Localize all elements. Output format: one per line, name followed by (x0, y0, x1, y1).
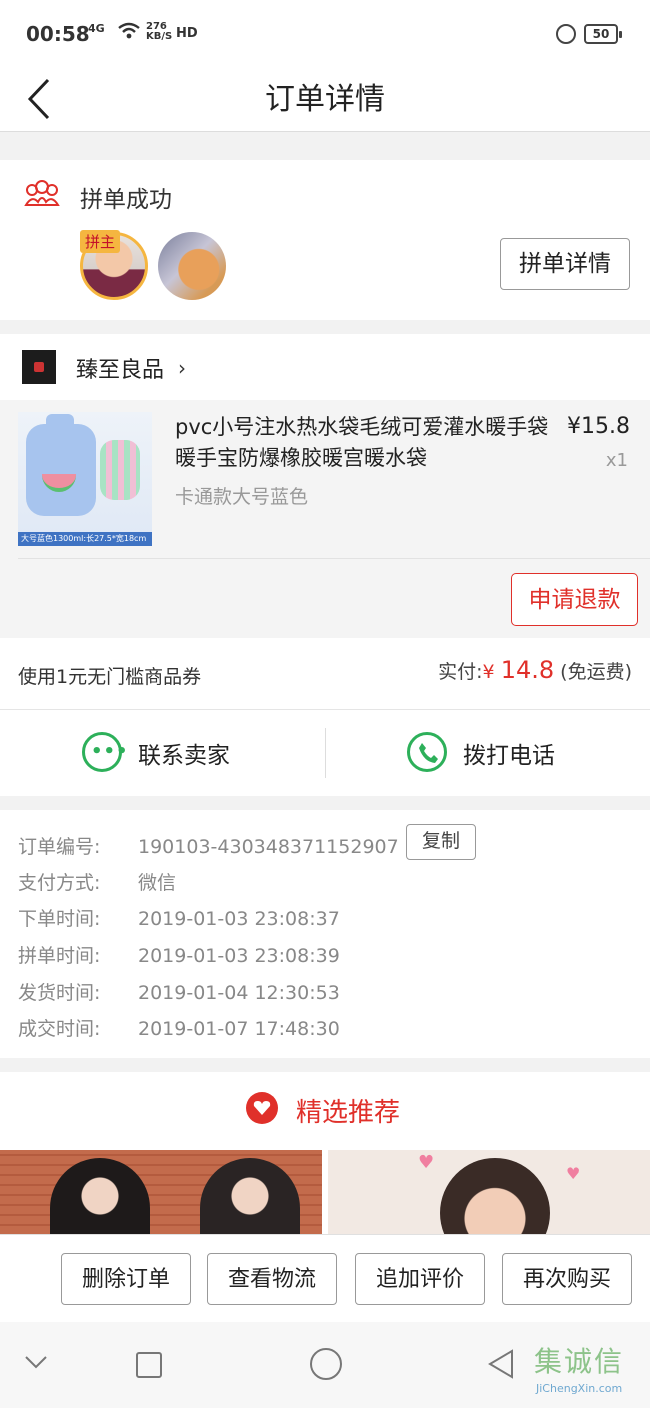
rotation-lock-icon (556, 24, 576, 44)
phone-handset (419, 743, 438, 763)
plush-cover-graphic (100, 440, 140, 500)
product-variant: 卡通款大号蓝色 (175, 486, 309, 508)
shop-logo (22, 350, 56, 384)
phone-icon (407, 732, 447, 772)
bottle-neck-graphic (46, 414, 74, 434)
paid-amount: 14.8 (500, 656, 555, 684)
divider (18, 558, 650, 559)
product-price: ¥15.8 (567, 414, 630, 439)
contact-seller-button[interactable]: ••• 联系卖家 (0, 710, 325, 796)
system-navigation-bar: 集诚信 JiChengXin.com (0, 1322, 650, 1408)
order-time-row: 下单时间: 2019-01-03 23:08:37 (18, 904, 340, 931)
contact-seller-label: 联系卖家 (138, 743, 230, 769)
info-value: 2019-01-07 17:48:30 (138, 1018, 340, 1040)
shop-card: 臻至良品 › 大号蓝色1300ml:长27.5*宽18cm pvc小号注水热水袋… (0, 334, 650, 638)
info-label: 下单时间: (18, 908, 101, 930)
ship-time-row: 发货时间: 2019-01-04 12:30:53 (18, 978, 340, 1005)
info-label: 支付方式: (18, 872, 101, 894)
order-action-bar: 删除订单 查看物流 追加评价 再次购买 (0, 1234, 650, 1322)
copy-button[interactable]: 复制 (406, 824, 476, 860)
payment-summary: 使用1元无门槛商品券 实付:¥ 14.8 (免运费) (0, 638, 650, 710)
heart-decoration: ♥ (418, 1152, 435, 1173)
info-label: 成交时间: (18, 1018, 101, 1040)
paid-currency: ¥ (482, 661, 495, 683)
recommend-product-image[interactable]: ♥ ♥ (328, 1150, 650, 1234)
delete-order-button[interactable]: 删除订单 (61, 1253, 191, 1305)
heart-shape (253, 1101, 271, 1115)
shop-name: 臻至良品 (76, 358, 165, 383)
group-icon (24, 180, 60, 206)
avatar-member[interactable] (158, 232, 226, 300)
info-label: 发货时间: (18, 982, 101, 1004)
home-icon[interactable] (310, 1348, 342, 1380)
group-details-button[interactable]: 拼单详情 (500, 238, 630, 290)
order-number-row: 订单编号: 190103-430348371152907 (18, 832, 399, 859)
product-image[interactable]: 大号蓝色1300ml:长27.5*宽18cm (18, 412, 152, 546)
chevron-right-icon: › (178, 356, 186, 380)
shipping-note: (免运费) (560, 661, 632, 683)
bottle-graphic (26, 424, 96, 516)
info-value: 微信 (138, 872, 177, 894)
chevron-down-icon[interactable] (22, 1352, 50, 1372)
product-quantity: x1 (605, 450, 628, 471)
product-image-caption: 大号蓝色1300ml:长27.5*宽18cm (18, 532, 152, 546)
recommend-section: 精选推荐 ♥ ♥ (0, 1072, 650, 1234)
complete-time-row: 成交时间: 2019-01-07 17:48:30 (18, 1014, 340, 1041)
recent-apps-icon[interactable] (136, 1352, 162, 1378)
model-photo (440, 1158, 550, 1234)
info-label: 订单编号: (18, 836, 101, 858)
paid-label: 实付: (438, 661, 483, 683)
order-info: 订单编号: 190103-430348371152907 复制 支付方式: 微信 下… (0, 810, 650, 1058)
shop-header[interactable]: 臻至良品 › (0, 334, 650, 400)
info-label: 拼单时间: (18, 945, 101, 967)
group-status-title: 拼单成功 (80, 187, 172, 213)
speed-unit: KB/S (146, 31, 173, 42)
recommend-title: 精选推荐 (296, 1098, 401, 1128)
model-photo (200, 1158, 300, 1234)
heart-icon (246, 1092, 278, 1124)
wifi-icon (118, 22, 140, 39)
page-title: 订单详情 (265, 82, 385, 117)
group-purchase-card: 拼单成功 拼主 拼单详情 (0, 160, 650, 320)
watermark-logo: 集诚信 (534, 1345, 625, 1378)
status-bar: 00:58 4G 276 KB/S HD 50 (0, 0, 650, 66)
buy-again-button[interactable]: 再次购买 (502, 1253, 632, 1305)
status-time: 00:58 (26, 22, 90, 46)
group-time-row: 拼单时间: 2019-01-03 23:08:39 (18, 941, 340, 968)
info-value: 2019-01-03 23:08:39 (138, 945, 340, 967)
refund-button[interactable]: 申请退款 (511, 573, 638, 626)
battery-icon: 50 (584, 24, 622, 44)
host-badge: 拼主 (80, 230, 121, 253)
model-photo (50, 1158, 150, 1234)
coupon-text: 使用1元无门槛商品券 (18, 666, 202, 688)
info-value: 2019-01-03 23:08:37 (138, 908, 340, 930)
contact-bar: ••• 联系卖家 拨打电话 (0, 710, 650, 796)
chat-icon: ••• (82, 732, 128, 772)
hd-indicator: HD (176, 26, 198, 41)
product-title[interactable]: pvc小号注水热水袋毛绒可爱灌水暖手袋暖手宝防爆橡胶暖宫暖水袋 (175, 412, 550, 474)
info-value: 2019-01-04 12:30:53 (138, 982, 340, 1004)
recommend-product-image[interactable] (0, 1150, 322, 1234)
chat-dots: ••• (91, 741, 129, 762)
navigation-bar: 订单详情 (0, 66, 650, 132)
paid-total: 实付:¥ 14.8 (免运费) (438, 656, 632, 684)
call-phone-label: 拨打电话 (463, 743, 555, 769)
watermark-url: JiChengXin.com (536, 1382, 623, 1395)
order-number[interactable]: 190103-430348371152907 (138, 836, 399, 858)
payment-method-row: 支付方式: 微信 (18, 868, 176, 895)
network-speed: 276 KB/S (146, 22, 172, 42)
call-phone-button[interactable]: 拨打电话 (325, 710, 650, 796)
back-triangle-icon[interactable] (486, 1348, 516, 1380)
view-logistics-button[interactable]: 查看物流 (207, 1253, 337, 1305)
add-review-button[interactable]: 追加评价 (355, 1253, 485, 1305)
heart-decoration: ♥ (566, 1164, 581, 1183)
network-indicator: 4G (88, 22, 105, 35)
